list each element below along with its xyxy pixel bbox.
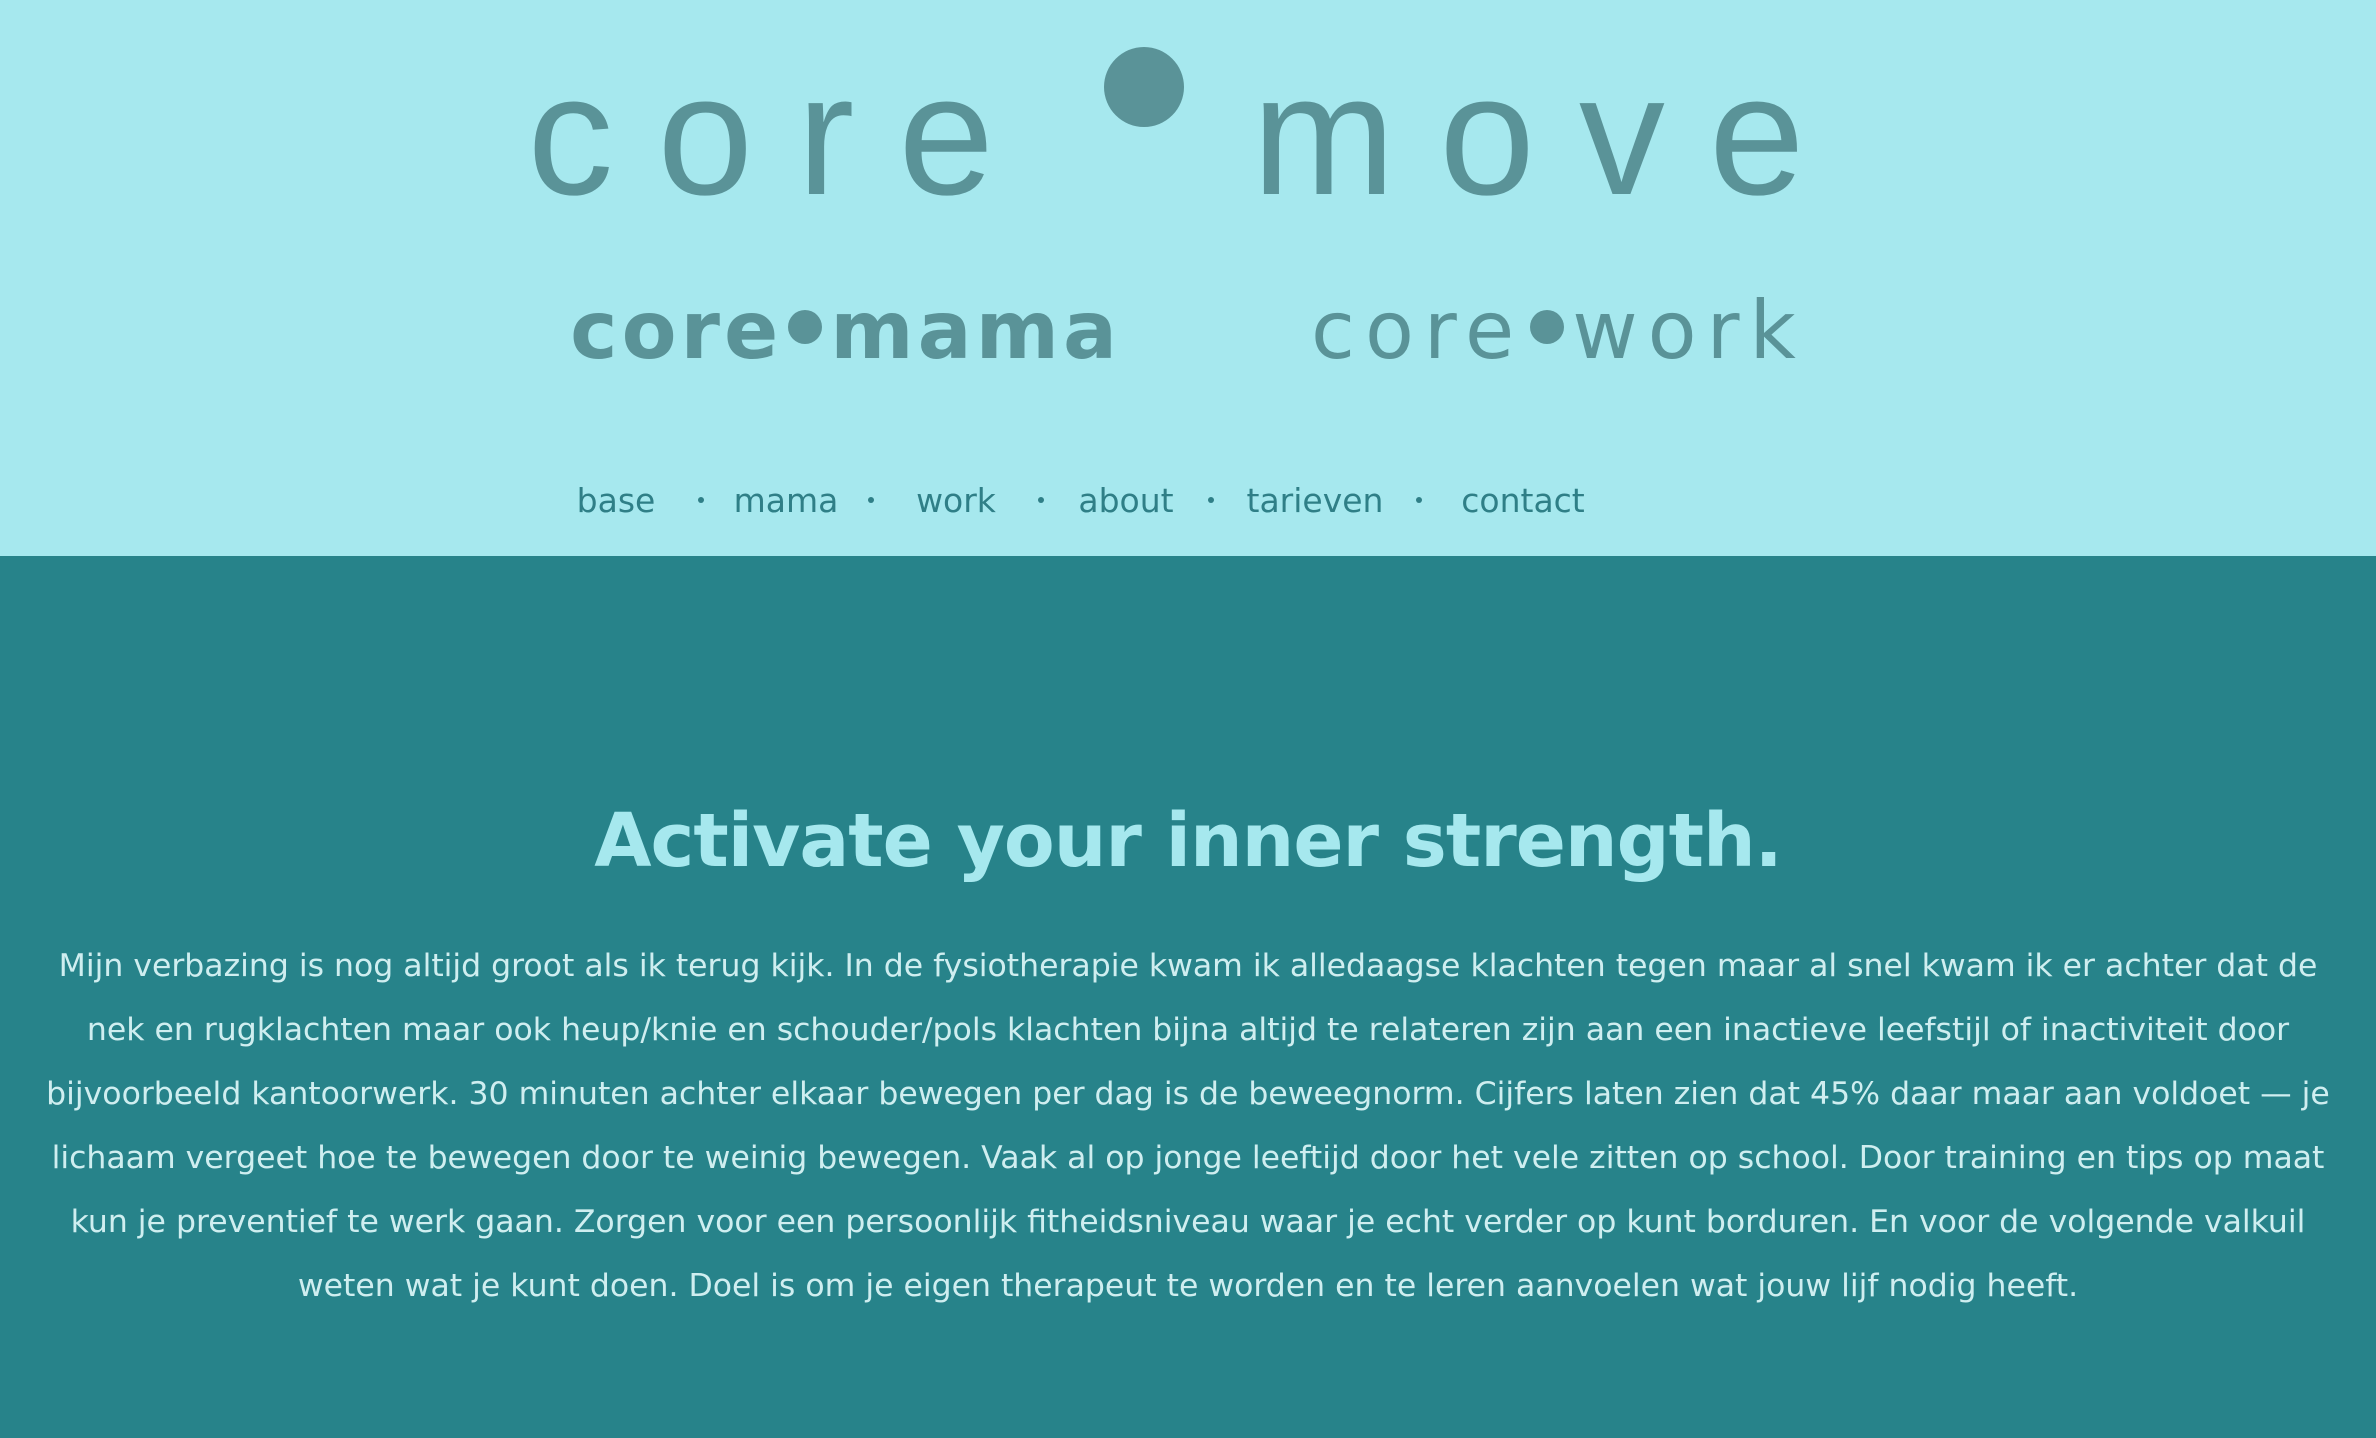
nav-item-base[interactable]: base bbox=[560, 481, 672, 520]
core-work-logo[interactable]: core work bbox=[1311, 281, 1806, 381]
main-content: Activate your inner strength. Mijn verba… bbox=[0, 556, 2376, 1438]
core-mama-logo[interactable]: core mama bbox=[570, 281, 1121, 381]
nav-separator-dot-icon bbox=[1038, 497, 1044, 503]
core-move-logo[interactable]: core move bbox=[0, 40, 2376, 230]
nav-item-mama[interactable]: mama bbox=[730, 481, 842, 520]
core-work-left: core bbox=[1310, 284, 1525, 377]
main-navigation: base mama work about tarieven contact bbox=[560, 470, 1598, 530]
nav-item-about[interactable]: about bbox=[1070, 481, 1182, 520]
nav-separator-dot-icon bbox=[1208, 497, 1214, 503]
nav-separator-dot-icon bbox=[868, 497, 874, 503]
logo-word-core: core bbox=[527, 39, 1038, 231]
logo-dot-icon bbox=[1104, 47, 1184, 127]
nav-separator-dot-icon bbox=[1416, 497, 1422, 503]
core-mama-left: core bbox=[570, 284, 783, 377]
core-work-right: work bbox=[1572, 284, 1806, 377]
page-heading: Activate your inner strength. bbox=[594, 797, 1782, 884]
logo-word-move: move bbox=[1252, 39, 1849, 231]
core-work-dot-icon bbox=[1530, 310, 1565, 344]
nav-item-work[interactable]: work bbox=[900, 481, 1012, 520]
sub-brand-logos: core mama core work bbox=[0, 276, 2376, 386]
site-header: core move core mama core work base mama … bbox=[0, 0, 2376, 556]
core-mama-right: mama bbox=[830, 284, 1121, 377]
nav-item-tarieven[interactable]: tarieven bbox=[1240, 481, 1390, 520]
intro-paragraph: Mijn verbazing is nog altijd groot als i… bbox=[46, 947, 2330, 1304]
nav-item-contact[interactable]: contact bbox=[1448, 481, 1598, 520]
core-mama-dot-icon bbox=[788, 310, 823, 344]
nav-separator-dot-icon bbox=[698, 497, 704, 503]
